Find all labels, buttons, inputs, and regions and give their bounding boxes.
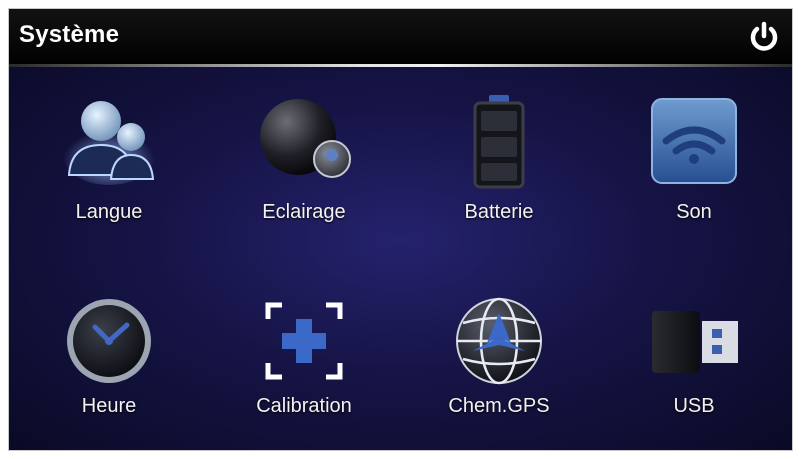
tile-label: Son <box>676 201 712 223</box>
tile-chem-gps[interactable]: Chem.GPS <box>409 289 589 450</box>
tile-label: Langue <box>75 201 143 223</box>
sound-icon <box>646 93 742 189</box>
page-title: Système <box>19 21 120 48</box>
tile-eclairage[interactable]: Eclairage <box>214 89 394 269</box>
tile-langue[interactable]: Langue <box>19 89 199 269</box>
title-bar: Système <box>9 9 792 67</box>
brightness-icon <box>256 93 352 189</box>
tile-batterie[interactable]: Batterie <box>409 89 589 269</box>
gps-globe-icon <box>451 293 547 389</box>
tile-label: Chem.GPS <box>448 395 550 417</box>
power-button[interactable] <box>746 19 782 55</box>
tile-son[interactable]: Son <box>604 89 784 269</box>
usb-icon <box>646 293 742 389</box>
settings-grid: Langue Eclairage Batterie Son Heure Cali… <box>9 67 792 450</box>
system-settings-window: Système Langue Eclairage Batterie Son He… <box>8 8 793 451</box>
clock-icon <box>61 293 157 389</box>
tile-heure[interactable]: Heure <box>19 289 199 450</box>
battery-icon <box>451 93 547 189</box>
tile-label: Batterie <box>464 201 534 223</box>
users-icon <box>61 93 157 189</box>
tile-calibration[interactable]: Calibration <box>214 289 394 450</box>
tile-label: Eclairage <box>262 201 346 223</box>
tile-label: Calibration <box>256 395 352 417</box>
tile-label: USB <box>673 395 715 417</box>
tile-label: Heure <box>81 395 137 417</box>
calibration-icon <box>256 293 352 389</box>
tile-usb[interactable]: USB <box>604 289 784 450</box>
power-icon <box>750 21 778 51</box>
